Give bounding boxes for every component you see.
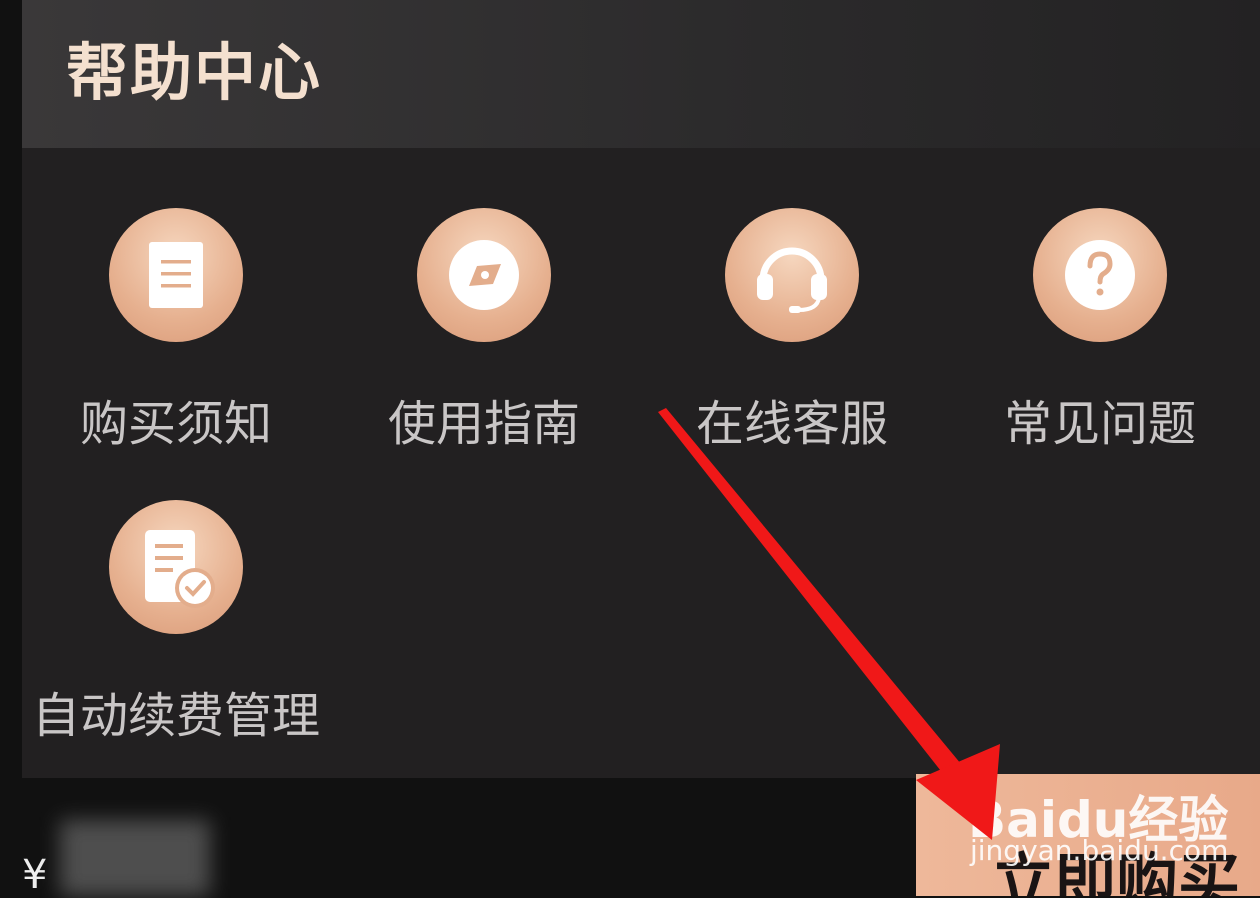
watermark-url: jingyan.baidu.com	[970, 834, 1229, 867]
online-service-circle	[725, 208, 859, 342]
user-guide-item[interactable]: 使用指南	[334, 208, 634, 454]
price-currency: ¥	[22, 852, 48, 898]
online-service-item[interactable]: 在线客服	[642, 208, 942, 454]
item-label: 使用指南	[387, 396, 580, 452]
auto-renewal-item[interactable]: 自动续费管理	[26, 500, 326, 746]
purchase-notice-circle	[109, 208, 243, 342]
headset-icon	[757, 247, 827, 313]
help-center-header: 帮助中心	[22, 0, 1260, 148]
item-label: 在线客服	[695, 396, 888, 452]
page-title: 帮助中心	[66, 36, 323, 109]
baidu-watermark: Baidu经验 jingyan.baidu.com	[968, 770, 1258, 870]
left-edge	[0, 0, 22, 778]
faq-circle	[1033, 208, 1167, 342]
user-guide-circle	[417, 208, 551, 342]
item-label: 常见问题	[1003, 396, 1196, 452]
compass-icon	[449, 240, 519, 310]
faq-item[interactable]: 常见问题	[950, 208, 1250, 454]
question-icon	[1065, 240, 1135, 310]
price-blurred	[60, 820, 210, 896]
item-label: 购买须知	[79, 396, 272, 452]
document-icon	[149, 242, 203, 308]
document-check-icon	[145, 530, 215, 608]
auto-renewal-circle	[109, 500, 243, 634]
purchase-notice-item[interactable]: 购买须知	[26, 208, 326, 454]
item-label: 自动续费管理	[31, 688, 320, 744]
